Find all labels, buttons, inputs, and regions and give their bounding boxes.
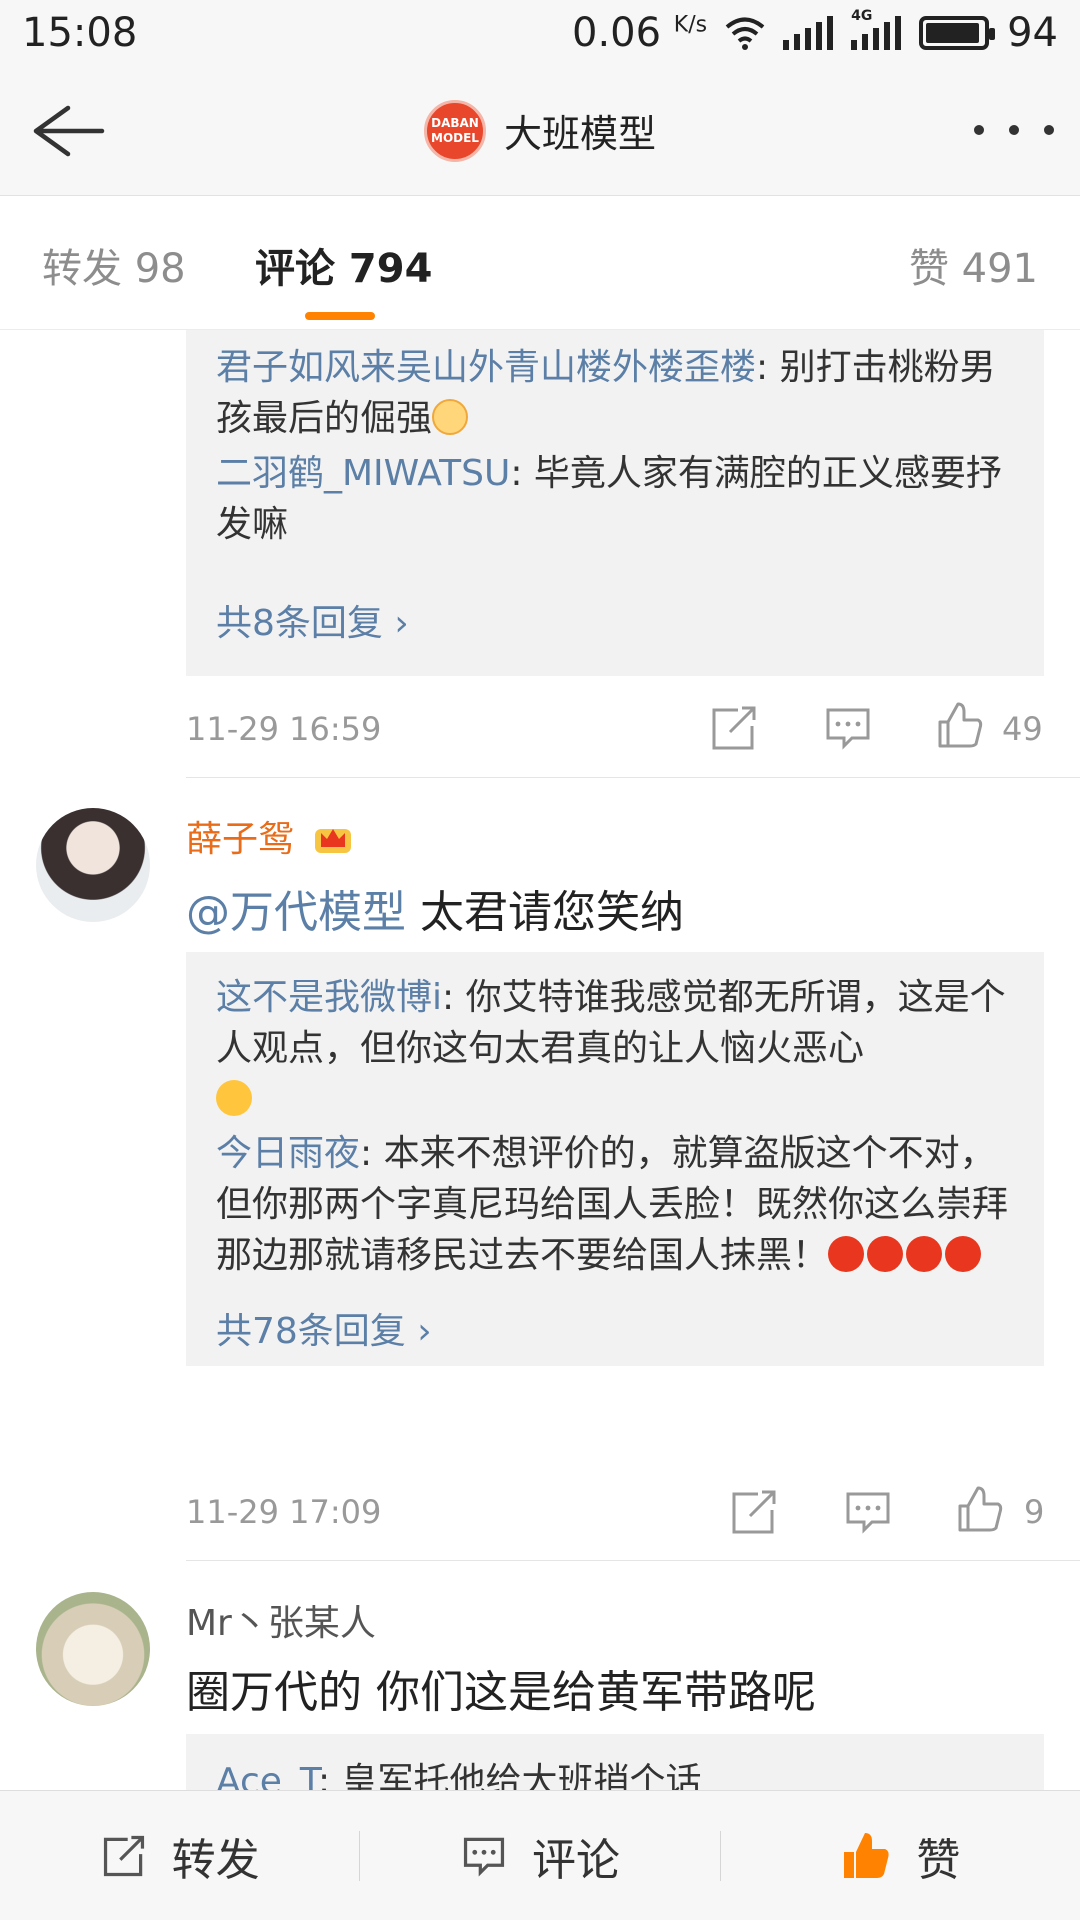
angry-emoji-icon bbox=[945, 1236, 982, 1272]
shrug-emoji-icon bbox=[216, 1080, 252, 1116]
avatar[interactable] bbox=[36, 808, 150, 922]
nav-title-group: DABAN MODEL 大班模型 bbox=[423, 99, 656, 162]
more-replies-link[interactable]: 共8条回复 › bbox=[216, 594, 409, 646]
wifi-icon bbox=[725, 17, 765, 50]
battery-level: 94 bbox=[1007, 10, 1058, 56]
comment-icon[interactable] bbox=[842, 1486, 894, 1538]
angry-emoji-icon bbox=[828, 1236, 865, 1272]
reply-box[interactable]: 这不是我微博i: 你艾特谁我感觉都无所谓，这是个人观点，但你这句太君真的让人恼火… bbox=[186, 952, 1044, 1366]
page-title: 大班模型 bbox=[503, 112, 656, 156]
angry-emoji-icon bbox=[906, 1236, 943, 1272]
signal-icon bbox=[783, 16, 834, 50]
reply-text: : 皇军托他给大班捎个话 bbox=[317, 1761, 702, 1790]
reply-author[interactable]: 二羽鹤_MIWATSU bbox=[216, 453, 510, 494]
like-icon[interactable] bbox=[954, 1484, 1006, 1536]
comment-label: 评论 bbox=[531, 1834, 620, 1886]
like-icon[interactable] bbox=[934, 700, 986, 752]
daban-logo: DABAN MODEL bbox=[423, 99, 486, 162]
comment-text: 圈万代的 你们这是给黄军带路呢 bbox=[186, 1667, 816, 1718]
status-time: 15:08 bbox=[22, 10, 138, 56]
tab-like[interactable]: 赞 491 bbox=[909, 236, 1038, 294]
comment-timestamp: 11-29 16:59 bbox=[186, 710, 382, 748]
more-options-button[interactable] bbox=[974, 110, 1054, 150]
repost-icon bbox=[103, 1835, 144, 1876]
comment-icon bbox=[463, 1837, 505, 1877]
back-arrow-icon[interactable] bbox=[28, 96, 108, 166]
angry-emoji-icon bbox=[867, 1236, 904, 1272]
reply-box[interactable]: 君子如风来吴山外青山楼外楼歪楼: 别打击桃粉男孩最后的倔强 二羽鹤_MIWATS… bbox=[186, 330, 1044, 676]
reply-item[interactable]: 二羽鹤_MIWATSU: 毕竟人家有满腔的正义感要抒发嘛 bbox=[216, 448, 1020, 550]
battery-icon bbox=[919, 16, 996, 50]
reply-item[interactable]: 今日雨夜: 本来不想评价的，就算盗版这个不对，但你那两个字真尼玛给国人丢脸！既然… bbox=[216, 1128, 1020, 1281]
reply-item[interactable]: 君子如风来吴山外青山楼外楼歪楼: 别打击桃粉男孩最后的倔强 bbox=[216, 342, 1020, 444]
like-active-icon bbox=[844, 1832, 889, 1878]
crown-icon bbox=[315, 829, 352, 853]
divider bbox=[186, 777, 1080, 778]
repost-label: 转发 bbox=[171, 1834, 260, 1886]
status-bar: 15:08 0.06 K/s 4G 94 bbox=[0, 0, 1080, 66]
like-label: 赞 bbox=[916, 1834, 961, 1886]
more-replies-link[interactable]: 共78条回复 › bbox=[216, 1302, 432, 1354]
reply-author[interactable]: 这不是我微博i bbox=[216, 977, 442, 1018]
repost-icon[interactable] bbox=[728, 1486, 780, 1538]
comment-icon[interactable] bbox=[822, 702, 874, 754]
tab-comment[interactable]: 评论 794 bbox=[255, 236, 432, 294]
reply-author[interactable]: Ace_T bbox=[216, 1761, 318, 1790]
active-tab-indicator bbox=[305, 312, 375, 320]
like-count: 9 bbox=[1024, 1493, 1045, 1531]
reply-item[interactable]: 这不是我微博i: 你艾特谁我感觉都无所谓，这是个人观点，但你这句太君真的让人恼火… bbox=[216, 972, 1020, 1125]
repost-button[interactable]: 转发 bbox=[0, 1791, 359, 1920]
like-button[interactable]: 赞 bbox=[721, 1791, 1080, 1920]
reply-item[interactable]: Ace_T: 皇军托他给大班捎个话 bbox=[216, 1756, 1020, 1790]
reply-author[interactable]: 君子如风来吴山外青山楼外楼歪楼 bbox=[216, 347, 756, 388]
reply-author[interactable]: 今日雨夜 bbox=[216, 1133, 360, 1174]
nav-bar: DABAN MODEL 大班模型 bbox=[0, 66, 1080, 196]
sleepy-emoji-icon bbox=[432, 399, 469, 435]
tab-repost[interactable]: 转发 98 bbox=[42, 236, 186, 294]
network-speed: 0.06 K/s bbox=[572, 10, 708, 56]
repost-icon[interactable] bbox=[708, 702, 760, 754]
comment-text: @万代模型 太君请您笑纳 bbox=[186, 887, 684, 938]
avatar[interactable] bbox=[36, 1592, 150, 1706]
comment-button[interactable]: 评论 bbox=[360, 1791, 719, 1920]
signal-4g-icon: 4G bbox=[851, 8, 902, 50]
comment-timestamp: 11-29 17:09 bbox=[186, 1493, 382, 1531]
like-count: 49 bbox=[1002, 710, 1043, 748]
mention-link[interactable]: @万代模型 bbox=[186, 887, 406, 938]
status-indicators: 0.06 K/s 4G 94 bbox=[572, 8, 1058, 56]
tabs: 转发 98 评论 794 赞 491 bbox=[0, 196, 1080, 330]
comment-author[interactable]: Mr丶张某人 bbox=[186, 1594, 376, 1646]
bottom-toolbar: 转发 评论 赞 bbox=[0, 1790, 1080, 1920]
divider bbox=[186, 1560, 1080, 1561]
comment-author[interactable]: 薛子鸳 bbox=[186, 810, 353, 862]
comment-list[interactable]: 君子如风来吴山外青山楼外楼歪楼: 别打击桃粉男孩最后的倔强 二羽鹤_MIWATS… bbox=[0, 330, 1080, 1790]
reply-box[interactable]: Ace_T: 皇军托他给大班捎个话 bbox=[186, 1734, 1044, 1790]
